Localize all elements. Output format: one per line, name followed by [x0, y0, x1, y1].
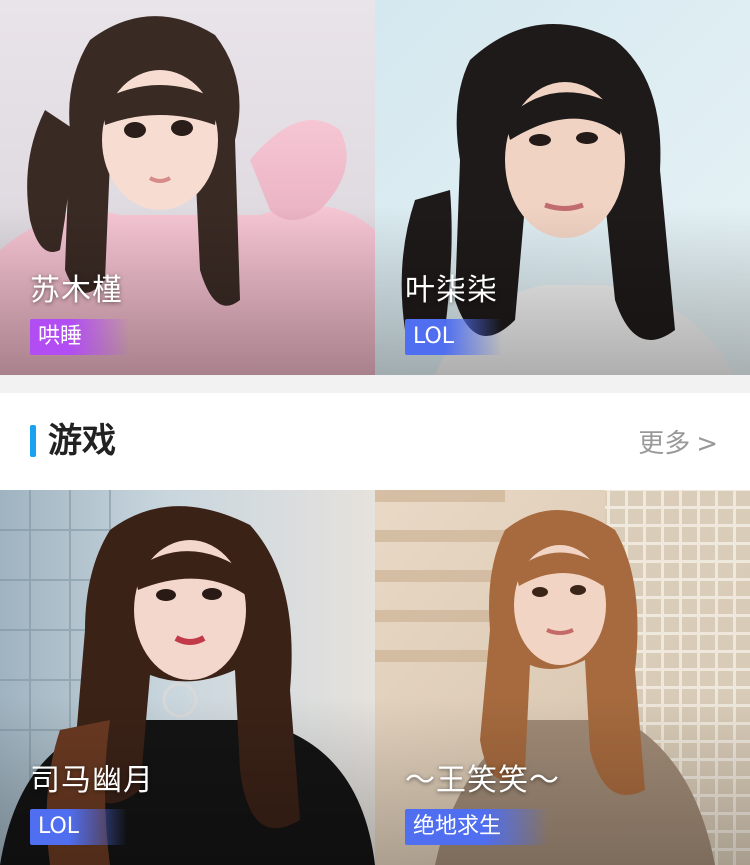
- more-label: 更多: [638, 429, 691, 459]
- category-tag: LOL: [30, 809, 128, 845]
- section-accent-bar: [30, 425, 36, 457]
- streamer-card[interactable]: 苏木槿 哄睡: [0, 0, 375, 375]
- section-header: 游戏 更多 >: [0, 393, 750, 490]
- more-link[interactable]: 更多 >: [638, 427, 718, 461]
- streamer-list-page: 苏木槿 哄睡 叶柒柒 LOL 游戏 更多 > 司马幽月 LOL ～王笑笑～ 绝地…: [0, 0, 750, 865]
- streamer-card[interactable]: 叶柒柒 LOL: [375, 0, 750, 375]
- streamer-name: 叶柒柒: [405, 273, 498, 308]
- top-card-row: 苏木槿 哄睡 叶柒柒 LOL: [0, 0, 750, 375]
- streamer-name: 苏木槿: [30, 273, 123, 308]
- category-tag: 哄睡: [30, 319, 131, 355]
- streamer-card[interactable]: ～王笑笑～ 绝地求生: [375, 490, 750, 865]
- chevron-right-icon: >: [696, 429, 718, 459]
- streamer-name: ～王笑笑～: [405, 763, 560, 798]
- game-card-row: 司马幽月 LOL ～王笑笑～ 绝地求生: [0, 490, 750, 865]
- section-title: 游戏: [48, 421, 116, 461]
- category-tag: LOL: [405, 319, 503, 355]
- streamer-card[interactable]: 司马幽月 LOL: [0, 490, 375, 865]
- section-divider: [0, 375, 750, 393]
- streamer-name: 司马幽月: [30, 763, 154, 798]
- category-tag: 绝地求生: [405, 809, 550, 845]
